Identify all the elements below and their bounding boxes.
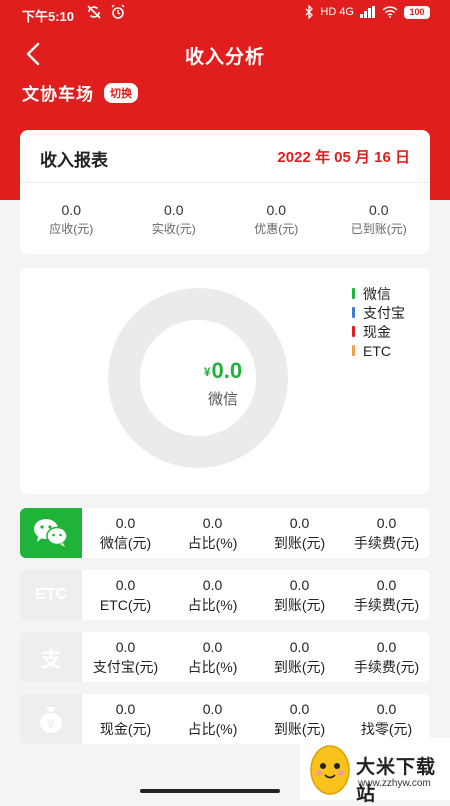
report-header: 收入报表 2022 年 05 月 16 日 bbox=[20, 130, 430, 183]
payment-row-wechat[interactable]: 0.0 微信(元) 0.0 占比(%) 0.0 到账(元) 0.0 手续费(元) bbox=[20, 508, 430, 558]
payment-cell-settled: 0.0 到账(元) bbox=[273, 639, 326, 675]
currency-symbol: ¥ bbox=[203, 365, 211, 379]
payment-row-etc[interactable]: ETC 0.0 ETC(元) 0.0 占比(%) 0.0 到账(元) 0.0 手续费(元… bbox=[20, 570, 430, 620]
stat-receivable: 0.0 应收(元) bbox=[20, 202, 123, 237]
legend-label: ETC bbox=[363, 342, 391, 359]
home-indicator[interactable] bbox=[140, 789, 280, 793]
legend-swatch bbox=[352, 345, 355, 356]
status-bar: 下午5:10 HD 4G 100 bbox=[0, 0, 450, 28]
battery-icon: 100 bbox=[404, 5, 430, 19]
alipay-icon: 支 bbox=[20, 632, 82, 682]
sync-off-icon bbox=[87, 5, 101, 19]
parking-lot-selector: 文协车场 切换 bbox=[22, 80, 138, 105]
chart-center-label: 微信 bbox=[207, 391, 238, 408]
wifi-icon bbox=[382, 6, 398, 18]
cash-icon: ¥ bbox=[20, 694, 82, 744]
payment-cell-ratio: 0.0 占比(%) bbox=[187, 515, 238, 551]
chart-center-value: ¥0.0 bbox=[168, 358, 278, 384]
payment-chart-card: ¥0.0 微信 微信 支付宝 现金 ETC bbox=[20, 268, 430, 494]
bluetooth-icon bbox=[305, 5, 314, 19]
payment-cell-settled: 0.0 到账(元) bbox=[273, 701, 326, 737]
wechat-icon bbox=[20, 508, 82, 558]
payment-cell-fee: 0.0 手续费(元) bbox=[353, 515, 420, 551]
legend-item-alipay[interactable]: 支付宝 bbox=[352, 303, 405, 322]
status-time: 下午5:10 bbox=[22, 9, 75, 24]
legend-item-wechat[interactable]: 微信 bbox=[352, 284, 405, 303]
legend-swatch bbox=[352, 326, 355, 337]
payment-cell-amount: 0.0 支付宝(元) bbox=[92, 639, 159, 675]
legend-item-etc[interactable]: ETC bbox=[352, 341, 405, 360]
network-indicator: HD 4G bbox=[320, 6, 354, 18]
signal-icon bbox=[360, 6, 375, 18]
payment-row-alipay[interactable]: 支 0.0 支付宝(元) 0.0 占比(%) 0.0 到账(元) 0.0 手续费(元) bbox=[20, 632, 430, 682]
stat-value: 0.0 bbox=[164, 202, 184, 218]
stat-label: 实收(元) bbox=[151, 222, 196, 236]
alarm-icon bbox=[111, 4, 125, 19]
mascot-logo-icon bbox=[310, 745, 350, 795]
stat-value: 0.0 bbox=[266, 202, 286, 218]
payment-row-cash[interactable]: ¥ 0.0 现金(元) 0.0 占比(%) 0.0 到账(元) 0.0 找零(元) bbox=[20, 694, 430, 744]
payment-cell-change: 0.0 找零(元) bbox=[360, 701, 413, 737]
stat-received: 0.0 实收(元) bbox=[123, 202, 226, 237]
legend-label: 现金 bbox=[363, 323, 391, 340]
center-amount: 0.0 bbox=[211, 358, 243, 383]
stat-label: 已到账(元) bbox=[350, 222, 407, 236]
payment-cell-amount: 0.0 微信(元) bbox=[99, 515, 152, 551]
watermark-url: www.zzhyw.com bbox=[358, 778, 431, 789]
site-watermark: 大米下载站 www.zzhyw.com bbox=[300, 738, 450, 805]
stat-value: 0.0 bbox=[369, 202, 389, 218]
date-picker[interactable]: 2022 年 05 月 16 日 bbox=[277, 146, 410, 167]
chart-legend: 微信 支付宝 现金 ETC bbox=[352, 284, 405, 360]
stat-label: 应收(元) bbox=[49, 222, 94, 236]
switch-lot-button[interactable]: 切换 bbox=[104, 82, 138, 103]
stat-label: 优惠(元) bbox=[254, 222, 299, 236]
parking-lot-name: 文协车场 bbox=[22, 85, 94, 104]
payment-cell-amount: 0.0 ETC(元) bbox=[99, 577, 152, 613]
legend-label: 支付宝 bbox=[363, 304, 405, 321]
page-title: 收入分析 bbox=[184, 47, 265, 68]
legend-label: 微信 bbox=[363, 285, 391, 302]
income-report-card: 收入报表 2022 年 05 月 16 日 0.0 应收(元) 0.0 实收(元… bbox=[20, 130, 430, 254]
legend-item-cash[interactable]: 现金 bbox=[352, 322, 405, 341]
legend-swatch bbox=[352, 307, 355, 318]
report-title: 收入报表 bbox=[40, 151, 108, 170]
payment-cell-settled: 0.0 到账(元) bbox=[273, 577, 326, 613]
stat-settled: 0.0 已到账(元) bbox=[328, 202, 431, 237]
payment-cell-fee: 0.0 手续费(元) bbox=[353, 577, 420, 613]
legend-swatch bbox=[352, 288, 355, 299]
stat-discount: 0.0 优惠(元) bbox=[225, 202, 328, 237]
payment-cell-ratio: 0.0 占比(%) bbox=[187, 639, 238, 675]
payment-cell-amount: 0.0 现金(元) bbox=[99, 701, 152, 737]
stat-value: 0.0 bbox=[61, 202, 81, 218]
payment-cell-fee: 0.0 手续费(元) bbox=[353, 639, 420, 675]
payment-cell-ratio: 0.0 占比(%) bbox=[187, 701, 238, 737]
etc-icon: ETC bbox=[20, 570, 82, 620]
report-stats: 0.0 应收(元) 0.0 实收(元) 0.0 优惠(元) 0.0 已到账(元) bbox=[20, 202, 430, 237]
svg-text:¥: ¥ bbox=[48, 717, 55, 731]
navbar: 收入分析 bbox=[0, 34, 450, 74]
payment-cell-settled: 0.0 到账(元) bbox=[273, 515, 326, 551]
payment-cell-ratio: 0.0 占比(%) bbox=[187, 577, 238, 613]
